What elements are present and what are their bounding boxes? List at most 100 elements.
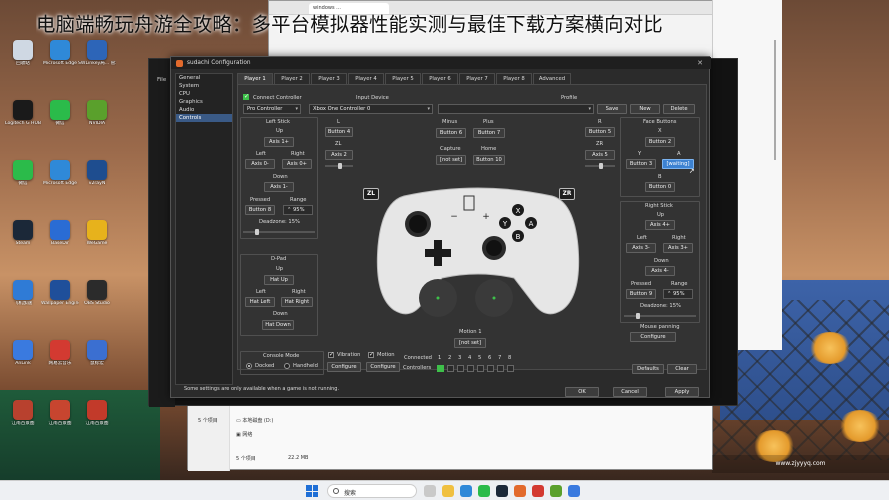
tab-player-3[interactable]: Player 3 [311, 73, 347, 84]
ok-button[interactable]: OK [565, 387, 599, 397]
tab-player-1[interactable]: Player 1 [237, 73, 273, 84]
file-explorer-taskbar-icon[interactable] [442, 485, 454, 497]
l-button[interactable]: Button 4 [325, 127, 353, 137]
nvidia-taskbar-icon[interactable] [550, 485, 562, 497]
tab-player-2[interactable]: Player 2 [274, 73, 310, 84]
dpad-up-button[interactable]: Hat Up [264, 275, 294, 285]
vibration-configure-button[interactable]: Configure [327, 362, 361, 372]
zr-button[interactable]: Axis 5 [585, 150, 615, 160]
file-explorer-window[interactable]: ▭ 本地磁盘 (D:) ▣ 网络 5 个项目 5 个项目 22.2 MB [187, 402, 713, 471]
desktop-icon[interactable]: Wallpaper Engine [41, 280, 79, 318]
left-stick-up-button[interactable]: Axis 1+ [264, 137, 294, 147]
cancel-button[interactable]: Cancel [613, 387, 647, 397]
dpad-down-button[interactable]: Hat Down [262, 320, 294, 330]
dpad-right-button[interactable]: Hat Right [281, 297, 313, 307]
desktop-icon[interactable]: Microsoft Edge [41, 40, 79, 78]
tab-player-8[interactable]: Player 8 [496, 73, 532, 84]
desktop-icon[interactable]: 微信 [4, 160, 42, 198]
music-taskbar-icon[interactable] [532, 485, 544, 497]
left-stick-range-spinner[interactable]: ⌃ 95% [283, 205, 313, 215]
face-x-button[interactable]: Button 2 [645, 137, 675, 147]
controller-slot-8[interactable] [507, 365, 514, 372]
nav-item-controls[interactable]: Controls [176, 114, 232, 122]
capture-button[interactable]: [not set] [436, 155, 466, 165]
mouse-panning-configure-button[interactable]: Configure [630, 332, 676, 342]
nav-item-audio[interactable]: Audio [176, 106, 232, 114]
desktop-icon[interactable]: Microsoft Edge [41, 160, 79, 198]
clear-button[interactable]: Clear [667, 364, 697, 374]
controller-slot-3[interactable] [457, 365, 464, 372]
motion-button[interactable]: [not set] [454, 338, 486, 348]
right-stick-deadzone-slider[interactable] [624, 313, 696, 319]
desktop-icon[interactable]: 江南百景图 [41, 400, 79, 438]
vibration-checkbox[interactable] [328, 351, 334, 358]
desktop-icon[interactable]: AnLink [4, 340, 42, 378]
motion-configure-button[interactable]: Configure [366, 362, 400, 372]
r-button[interactable]: Button 5 [585, 127, 615, 137]
handheld-radio[interactable] [284, 363, 290, 369]
home-button[interactable]: Button 10 [473, 155, 505, 165]
defaults-button[interactable]: Defaults [632, 364, 664, 374]
plus-button[interactable]: Button 7 [473, 128, 505, 138]
slider-handle[interactable] [255, 229, 259, 235]
right-stick-pressed-button[interactable]: Button 9 [626, 289, 656, 299]
tab-player-4[interactable]: Player 4 [348, 73, 384, 84]
nav-item-general[interactable]: General [176, 74, 232, 82]
tab-player-5[interactable]: Player 5 [385, 73, 421, 84]
sudachi-taskbar-icon[interactable] [514, 485, 526, 497]
zl-threshold-slider[interactable] [325, 163, 353, 169]
taskbar-search[interactable]: 搜索 [327, 484, 417, 498]
controller-slot-1[interactable] [437, 365, 444, 372]
input-device-select[interactable]: Xbox One Controller 0 ▾ [309, 104, 433, 114]
slider-handle[interactable] [636, 313, 640, 319]
right-stick-down-button[interactable]: Axis 4- [645, 266, 675, 276]
right-stick-range-spinner[interactable]: ⌃ 95% [663, 289, 693, 299]
zl-button[interactable]: Axis 2 [325, 150, 353, 160]
tab-player-6[interactable]: Player 6 [422, 73, 458, 84]
slider-handle[interactable] [599, 163, 603, 169]
desktop-icon[interactable]: 微信 [41, 100, 79, 138]
right-stick-left-button[interactable]: Axis 3- [626, 243, 656, 253]
menu-file[interactable]: File [157, 77, 166, 83]
desktop-icon[interactable]: 江南百景图 [4, 400, 42, 438]
profile-new-button[interactable]: New [630, 104, 660, 114]
desktop-icon[interactable]: BaseDir [41, 220, 79, 258]
desktop-icon[interactable]: 回收站 [4, 40, 42, 78]
controller-slot-2[interactable] [447, 365, 454, 372]
controller-slot-5[interactable] [477, 365, 484, 372]
zr-threshold-slider[interactable] [585, 163, 615, 169]
desktop-icon[interactable]: 网易云音乐 [41, 340, 79, 378]
explorer-local-disk[interactable]: ▭ 本地磁盘 (D:) [236, 417, 273, 424]
app-taskbar-icon[interactable] [568, 485, 580, 497]
desktop-icon[interactable]: 飞机加速 [4, 280, 42, 318]
right-stick-up-button[interactable]: Axis 4+ [645, 220, 675, 230]
left-stick-pressed-button[interactable]: Button 8 [245, 205, 275, 215]
desktop-icon[interactable]: NVIDIA [78, 100, 116, 138]
desktop-icon[interactable]: WeGame [78, 220, 116, 258]
nav-item-system[interactable]: System [176, 82, 232, 90]
close-icon[interactable]: ✕ [697, 59, 703, 67]
right-stick-right-button[interactable]: Axis 3+ [663, 243, 693, 253]
nav-item-cpu[interactable]: CPU [176, 90, 232, 98]
explorer-network[interactable]: ▣ 网络 [236, 431, 252, 438]
controller-slot-6[interactable] [487, 365, 494, 372]
left-stick-left-button[interactable]: Axis 0- [245, 159, 275, 169]
desktop-icon[interactable]: Steam [4, 220, 42, 258]
desktop-icon[interactable]: Logitech G HUB [4, 100, 42, 138]
face-b-button[interactable]: Button 0 [645, 182, 675, 192]
profile-save-button[interactable]: Save [597, 104, 627, 114]
face-y-button[interactable]: Button 3 [626, 159, 656, 169]
motion-checkbox[interactable] [368, 351, 374, 358]
windows-start-icon[interactable] [306, 485, 318, 497]
docked-radio[interactable] [246, 363, 252, 369]
profile-delete-button[interactable]: Delete [663, 104, 695, 114]
controller-slot-7[interactable] [497, 365, 504, 372]
connect-controller-checkbox[interactable] [243, 93, 249, 100]
steam-taskbar-icon[interactable] [496, 485, 508, 497]
tab-advanced[interactable]: Advanced [533, 73, 571, 84]
left-stick-right-button[interactable]: Axis 0+ [282, 159, 312, 169]
nav-item-graphics[interactable]: Graphics [176, 98, 232, 106]
controller-slot-4[interactable] [467, 365, 474, 372]
minus-button[interactable]: Button 6 [436, 128, 466, 138]
edge-taskbar-icon[interactable] [460, 485, 472, 497]
